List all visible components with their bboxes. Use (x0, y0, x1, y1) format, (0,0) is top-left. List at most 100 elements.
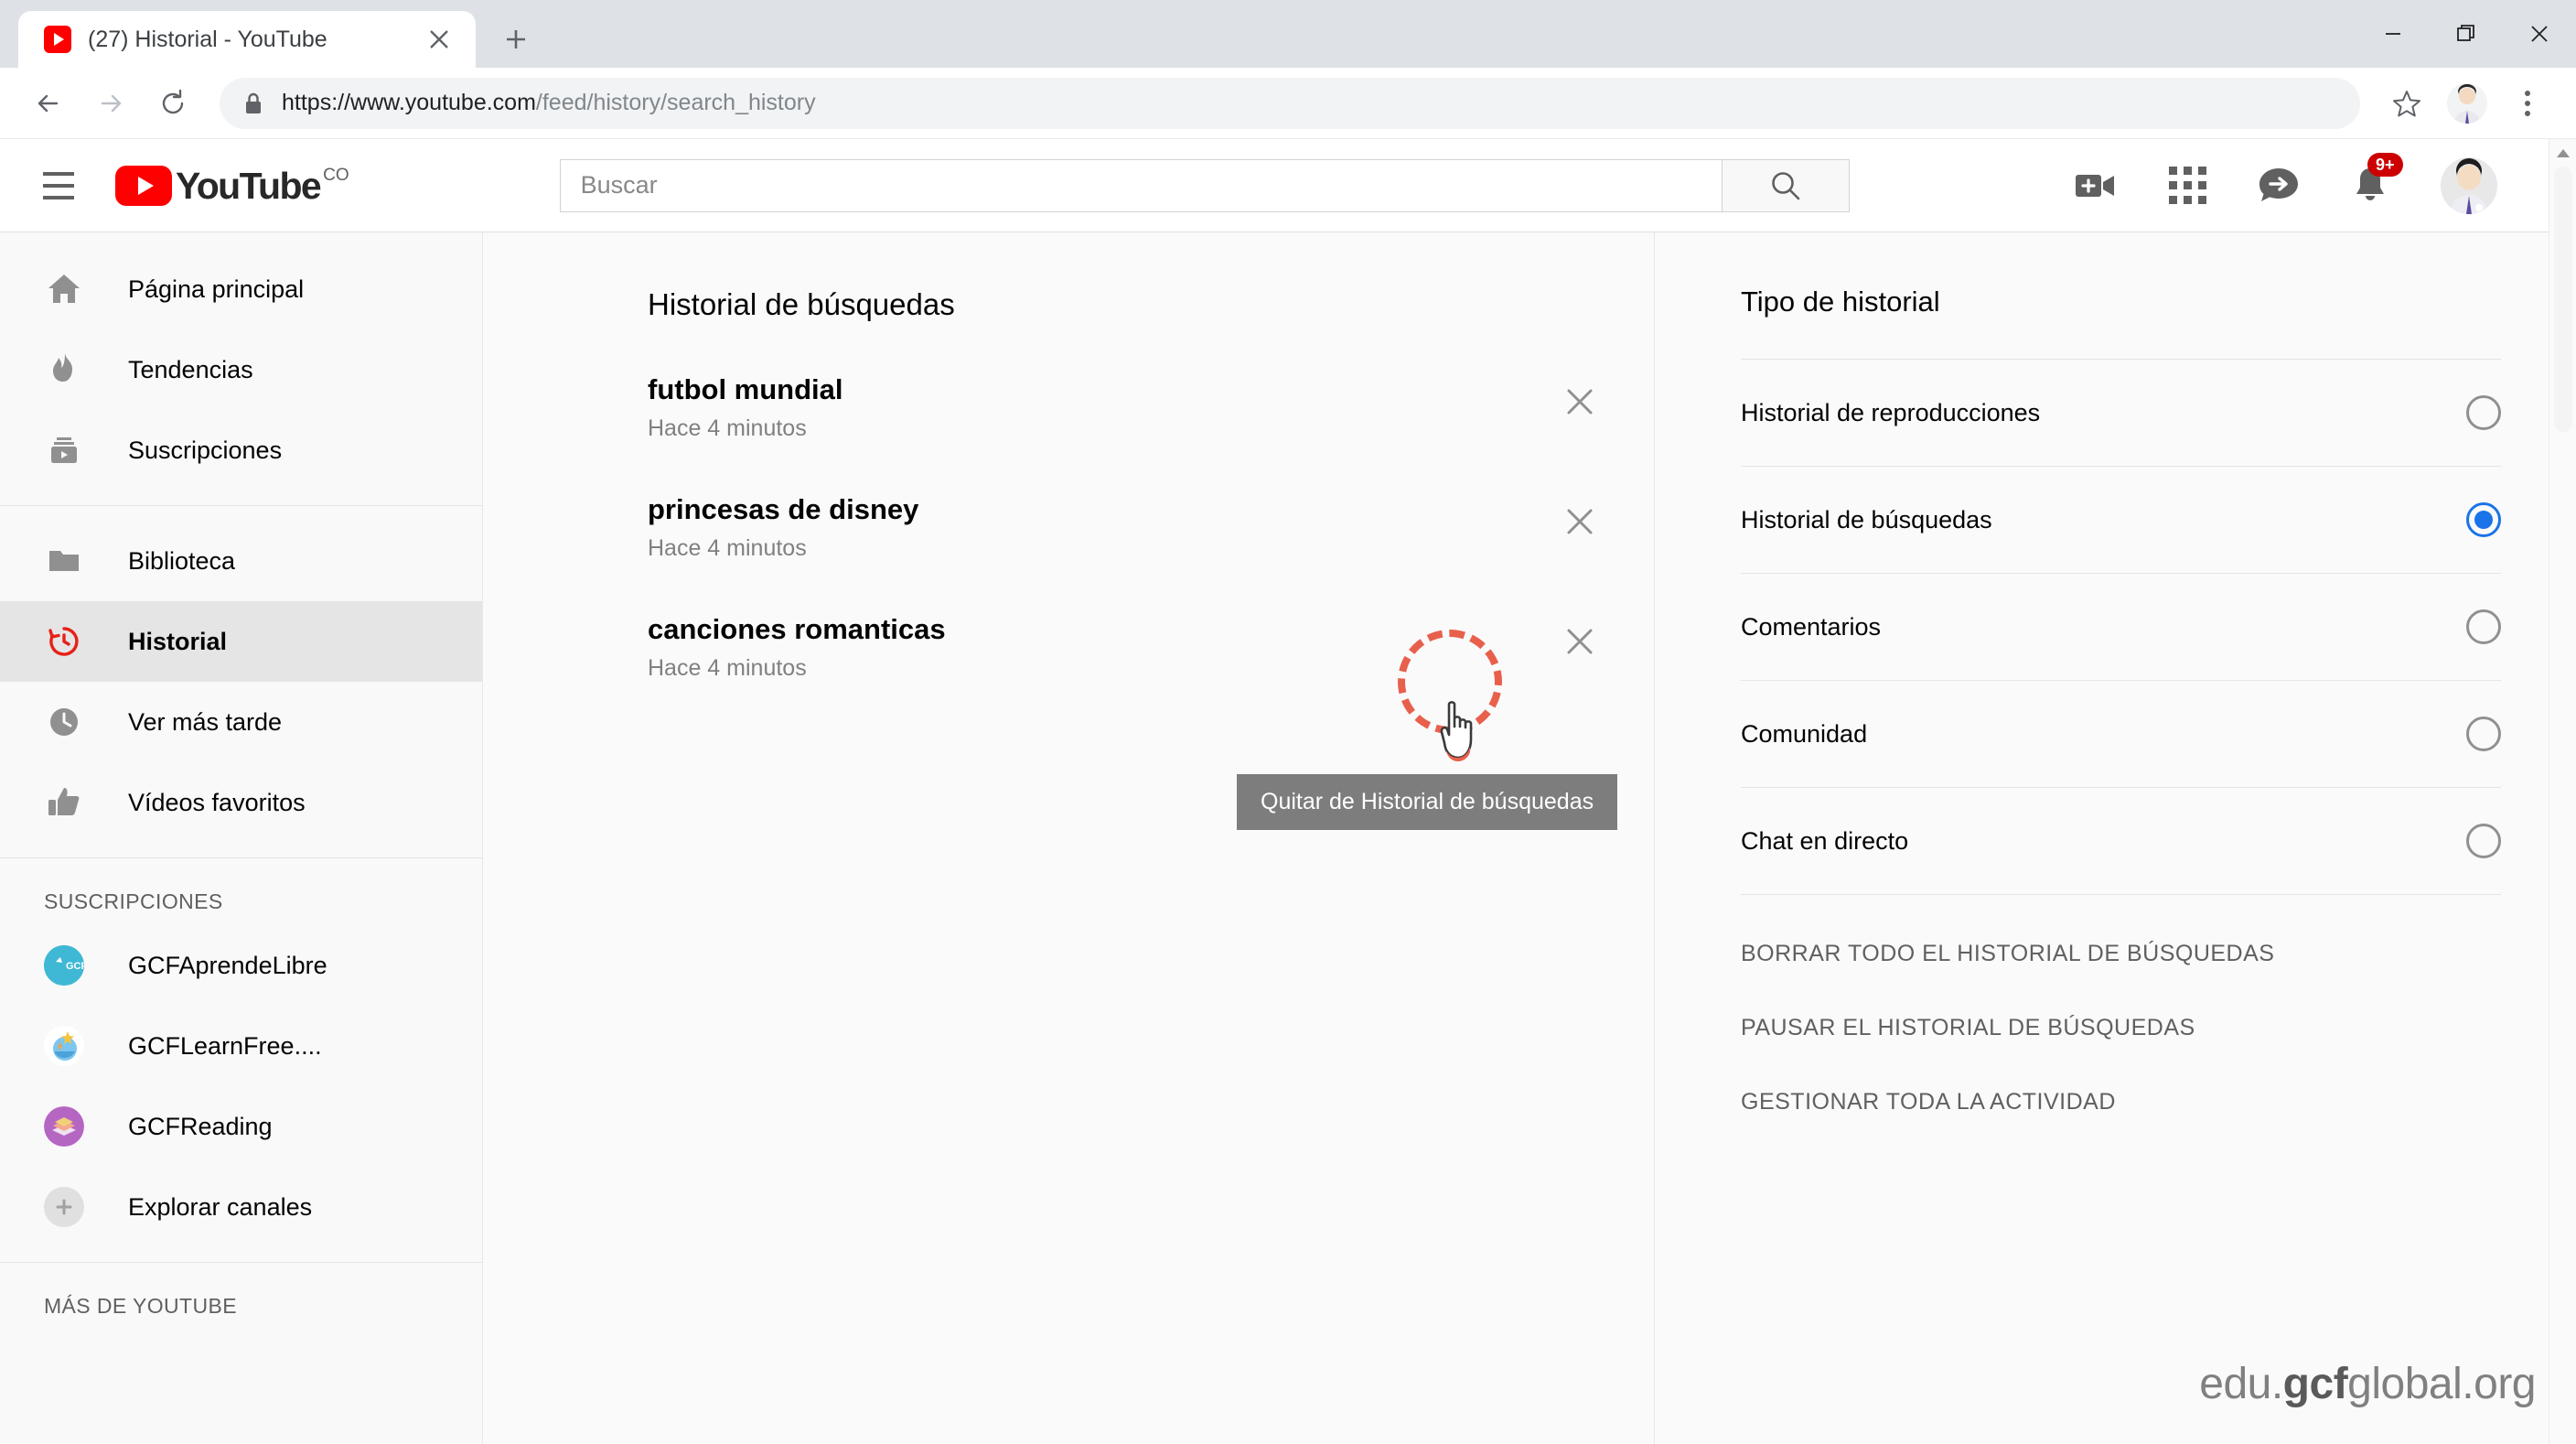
history-type-option-comunidad[interactable]: Comunidad (1741, 680, 2501, 787)
sidebar-item-ver-mas-tarde[interactable]: Ver más tarde (0, 682, 482, 762)
search-history-row: canciones romanticas Hace 4 minutos (648, 613, 1654, 682)
arrow-left-icon[interactable] (20, 75, 77, 132)
pause-search-history-link[interactable]: PAUSAR EL HISTORIAL DE BÚSQUEDAS (1741, 1015, 2501, 1041)
sidebar-item-biblioteca[interactable]: Biblioteca (0, 521, 482, 601)
page-viewport: YouTube CO Buscar 9+ Página principal Te… (0, 139, 2576, 1444)
sidebar-item-pagina-principal[interactable]: Página principal (0, 249, 482, 329)
history-type-option-reproducciones[interactable]: Historial de reproducciones (1741, 359, 2501, 466)
close-icon[interactable] (419, 19, 459, 59)
option-label: Historial de reproducciones (1741, 398, 2041, 426)
sidebar-section-primary: Página principal Tendencias Suscripcione… (0, 249, 482, 506)
star-icon[interactable] (2378, 75, 2435, 132)
lock-icon (243, 92, 263, 115)
history-type-option-chat-directo[interactable]: Chat en directo (1741, 787, 2501, 894)
history-clock-icon (44, 621, 84, 662)
sidebar-item-label: GCFAprendeLibre (128, 951, 327, 979)
reload-icon[interactable] (145, 75, 201, 132)
sidebar-item-videos-favoritos[interactable]: Vídeos favoritos (0, 762, 482, 843)
main-content: Historial de búsquedas futbol mundial Ha… (483, 232, 1654, 1444)
sidebar-item-gcfaprendelibre[interactable]: GCF GCFAprendeLibre (0, 925, 482, 1006)
gcf-reading-avatar (44, 1106, 84, 1147)
sidebar-item-suscripciones[interactable]: Suscripciones (0, 410, 482, 490)
radio-button[interactable] (2466, 717, 2501, 751)
search-timestamp: Hace 4 minutos (648, 535, 807, 561)
remove-history-item-button[interactable] (1551, 493, 1608, 550)
browser-titlebar: (27) Historial - YouTube (0, 0, 2576, 68)
omnibox[interactable]: https://www.youtube.com/feed/history/sea… (220, 77, 2360, 129)
sidebar-item-historial[interactable]: Historial (0, 601, 482, 682)
youtube-play-badge-icon (115, 165, 172, 206)
search-input[interactable] (559, 158, 1722, 212)
manage-all-activity-link[interactable]: GESTIONAR TODA LA ACTIVIDAD (1741, 1089, 2501, 1115)
search-icon[interactable] (1721, 158, 1850, 212)
gcf-aprendelibre-avatar: GCF (44, 945, 84, 986)
video-upload-icon[interactable] (2074, 167, 2118, 204)
radio-button[interactable] (2466, 824, 2501, 858)
profile-avatar[interactable] (2439, 75, 2496, 132)
search-query[interactable]: futbol mundial (648, 373, 1551, 406)
option-label: Comentarios (1741, 612, 1882, 641)
browser-toolbar: https://www.youtube.com/feed/history/sea… (0, 68, 2576, 139)
youtube-favicon (44, 26, 71, 53)
youtube-masthead: YouTube CO Buscar 9+ (0, 139, 2576, 232)
message-share-icon[interactable] (2258, 167, 2300, 205)
scroll-up-arrow-icon[interactable] (2549, 139, 2576, 167)
youtube-logo[interactable]: YouTube CO (115, 164, 349, 207)
account-avatar[interactable] (2441, 156, 2497, 214)
search-query[interactable]: princesas de disney (648, 493, 1551, 526)
history-item-text: canciones romanticas Hace 4 minutos (648, 613, 1551, 682)
radio-button[interactable] (2466, 395, 2501, 430)
plus-icon[interactable] (496, 19, 536, 59)
radio-button[interactable] (2466, 609, 2501, 644)
history-item-text: princesas de disney Hace 4 minutos (648, 493, 1551, 562)
option-label: Chat en directo (1741, 826, 1909, 855)
remove-button-tooltip: Quitar de Historial de búsquedas (1237, 774, 1618, 830)
notification-badge: 9+ (2367, 152, 2403, 177)
sidebar-item-label: GCFReading (128, 1112, 273, 1140)
history-type-option-busquedas[interactable]: Historial de búsquedas (1741, 466, 2501, 573)
search-history-row: princesas de disney Hace 4 minutos (648, 493, 1654, 562)
minimize-icon[interactable] (2356, 9, 2430, 59)
hamburger-icon[interactable] (26, 153, 91, 219)
gcfglobal-watermark: edu.gcfglobal.org (2199, 1359, 2536, 1409)
youtube-logo-word: YouTube (176, 164, 322, 207)
watch-later-clock-icon (44, 702, 84, 742)
trending-flame-icon (44, 350, 84, 390)
remove-history-item-button[interactable] (1551, 373, 1608, 430)
arrow-right-icon (82, 75, 139, 132)
history-type-option-comentarios[interactable]: Comentarios (1741, 573, 2501, 680)
page-scrollbar[interactable] (2549, 139, 2576, 1444)
remove-history-item-button[interactable] (1551, 613, 1608, 670)
apps-grid-icon[interactable] (2169, 167, 2206, 204)
sidebar-item-explorar-canales[interactable]: Explorar canales (0, 1167, 482, 1247)
gcf-learnfree-avatar (44, 1026, 84, 1066)
page-title: Historial de búsquedas (648, 287, 955, 321)
sidebar-item-tendencias[interactable]: Tendencias (0, 329, 482, 410)
page-body: Página principal Tendencias Suscripcione… (0, 232, 2576, 1444)
url-path: /feed/history/search_history (535, 90, 816, 115)
notifications-bell-icon[interactable]: 9+ (2351, 152, 2403, 206)
kebab-menu-icon[interactable] (2499, 75, 2556, 132)
home-icon (44, 269, 84, 309)
subscriptions-icon (44, 430, 84, 470)
sidebar-section-subscriptions: SUSCRIPCIONES GCF GCFAprendeLibre (0, 858, 482, 1263)
clear-all-search-history-link[interactable]: BORRAR TODO EL HISTORIAL DE BÚSQUEDAS (1741, 941, 2501, 967)
restore-icon[interactable] (2430, 9, 2503, 59)
sidebar-item-label: Biblioteca (128, 546, 236, 575)
search-query[interactable]: canciones romanticas (648, 613, 1551, 646)
watermark-prefix: edu. (2199, 1360, 2283, 1408)
sidebar-item-gcfreading[interactable]: GCFReading (0, 1086, 482, 1167)
scrollbar-thumb[interactable] (2554, 167, 2572, 432)
search-timestamp: Hace 4 minutos (648, 655, 807, 681)
browser-tab[interactable]: (27) Historial - YouTube (18, 11, 476, 68)
watermark-bold: gcf (2282, 1360, 2348, 1408)
radio-button-selected[interactable] (2466, 502, 2501, 537)
tab-title: (27) Historial - YouTube (88, 26, 327, 52)
sidebar-item-gcflearnfree[interactable]: GCFLearnFree.... (0, 1006, 482, 1086)
watermark-suffix: global.org (2347, 1360, 2536, 1408)
sidebar-item-label: Explorar canales (128, 1192, 313, 1221)
history-type-panel: Tipo de historial Historial de reproducc… (1654, 232, 2576, 1444)
search-bar (559, 158, 1850, 212)
sidebar-section-more: MÁS DE YOUTUBE (0, 1263, 482, 1344)
close-icon[interactable] (2503, 9, 2576, 59)
